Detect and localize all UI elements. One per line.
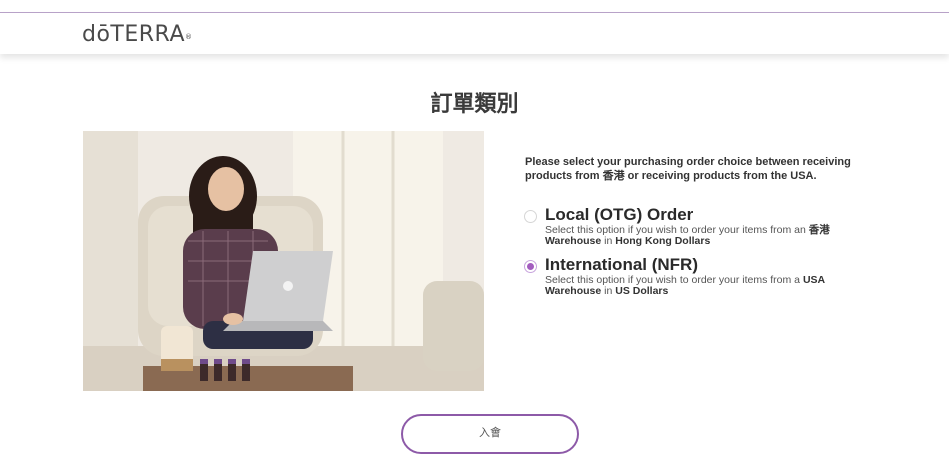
option-local-otg[interactable]: Local (OTG) Order Select this option if … [524, 205, 884, 247]
radio-international-nfr[interactable] [524, 260, 537, 273]
order-choice-prompt: Please select your purchasing order choi… [525, 156, 851, 182]
option-local-otg-description: Select this option if you wish to order … [545, 224, 830, 247]
join-button[interactable]: 入會 [401, 414, 579, 454]
woman-with-laptop-illustration [83, 131, 484, 391]
option-international-nfr[interactable]: International (NFR) Select this option i… [524, 255, 884, 297]
option-international-nfr-description: Select this option if you wish to order … [545, 274, 825, 297]
page-title: 訂單類別 [430, 92, 519, 117]
option-international-nfr-title: International (NFR) [545, 255, 698, 274]
option-local-otg-title: Local (OTG) Order [545, 205, 694, 224]
hero-image [83, 131, 484, 391]
site-header: dōTERRA® [0, 13, 949, 54]
doterra-logo[interactable]: dōTERRA® [82, 21, 193, 49]
radio-local-otg[interactable] [524, 210, 537, 223]
